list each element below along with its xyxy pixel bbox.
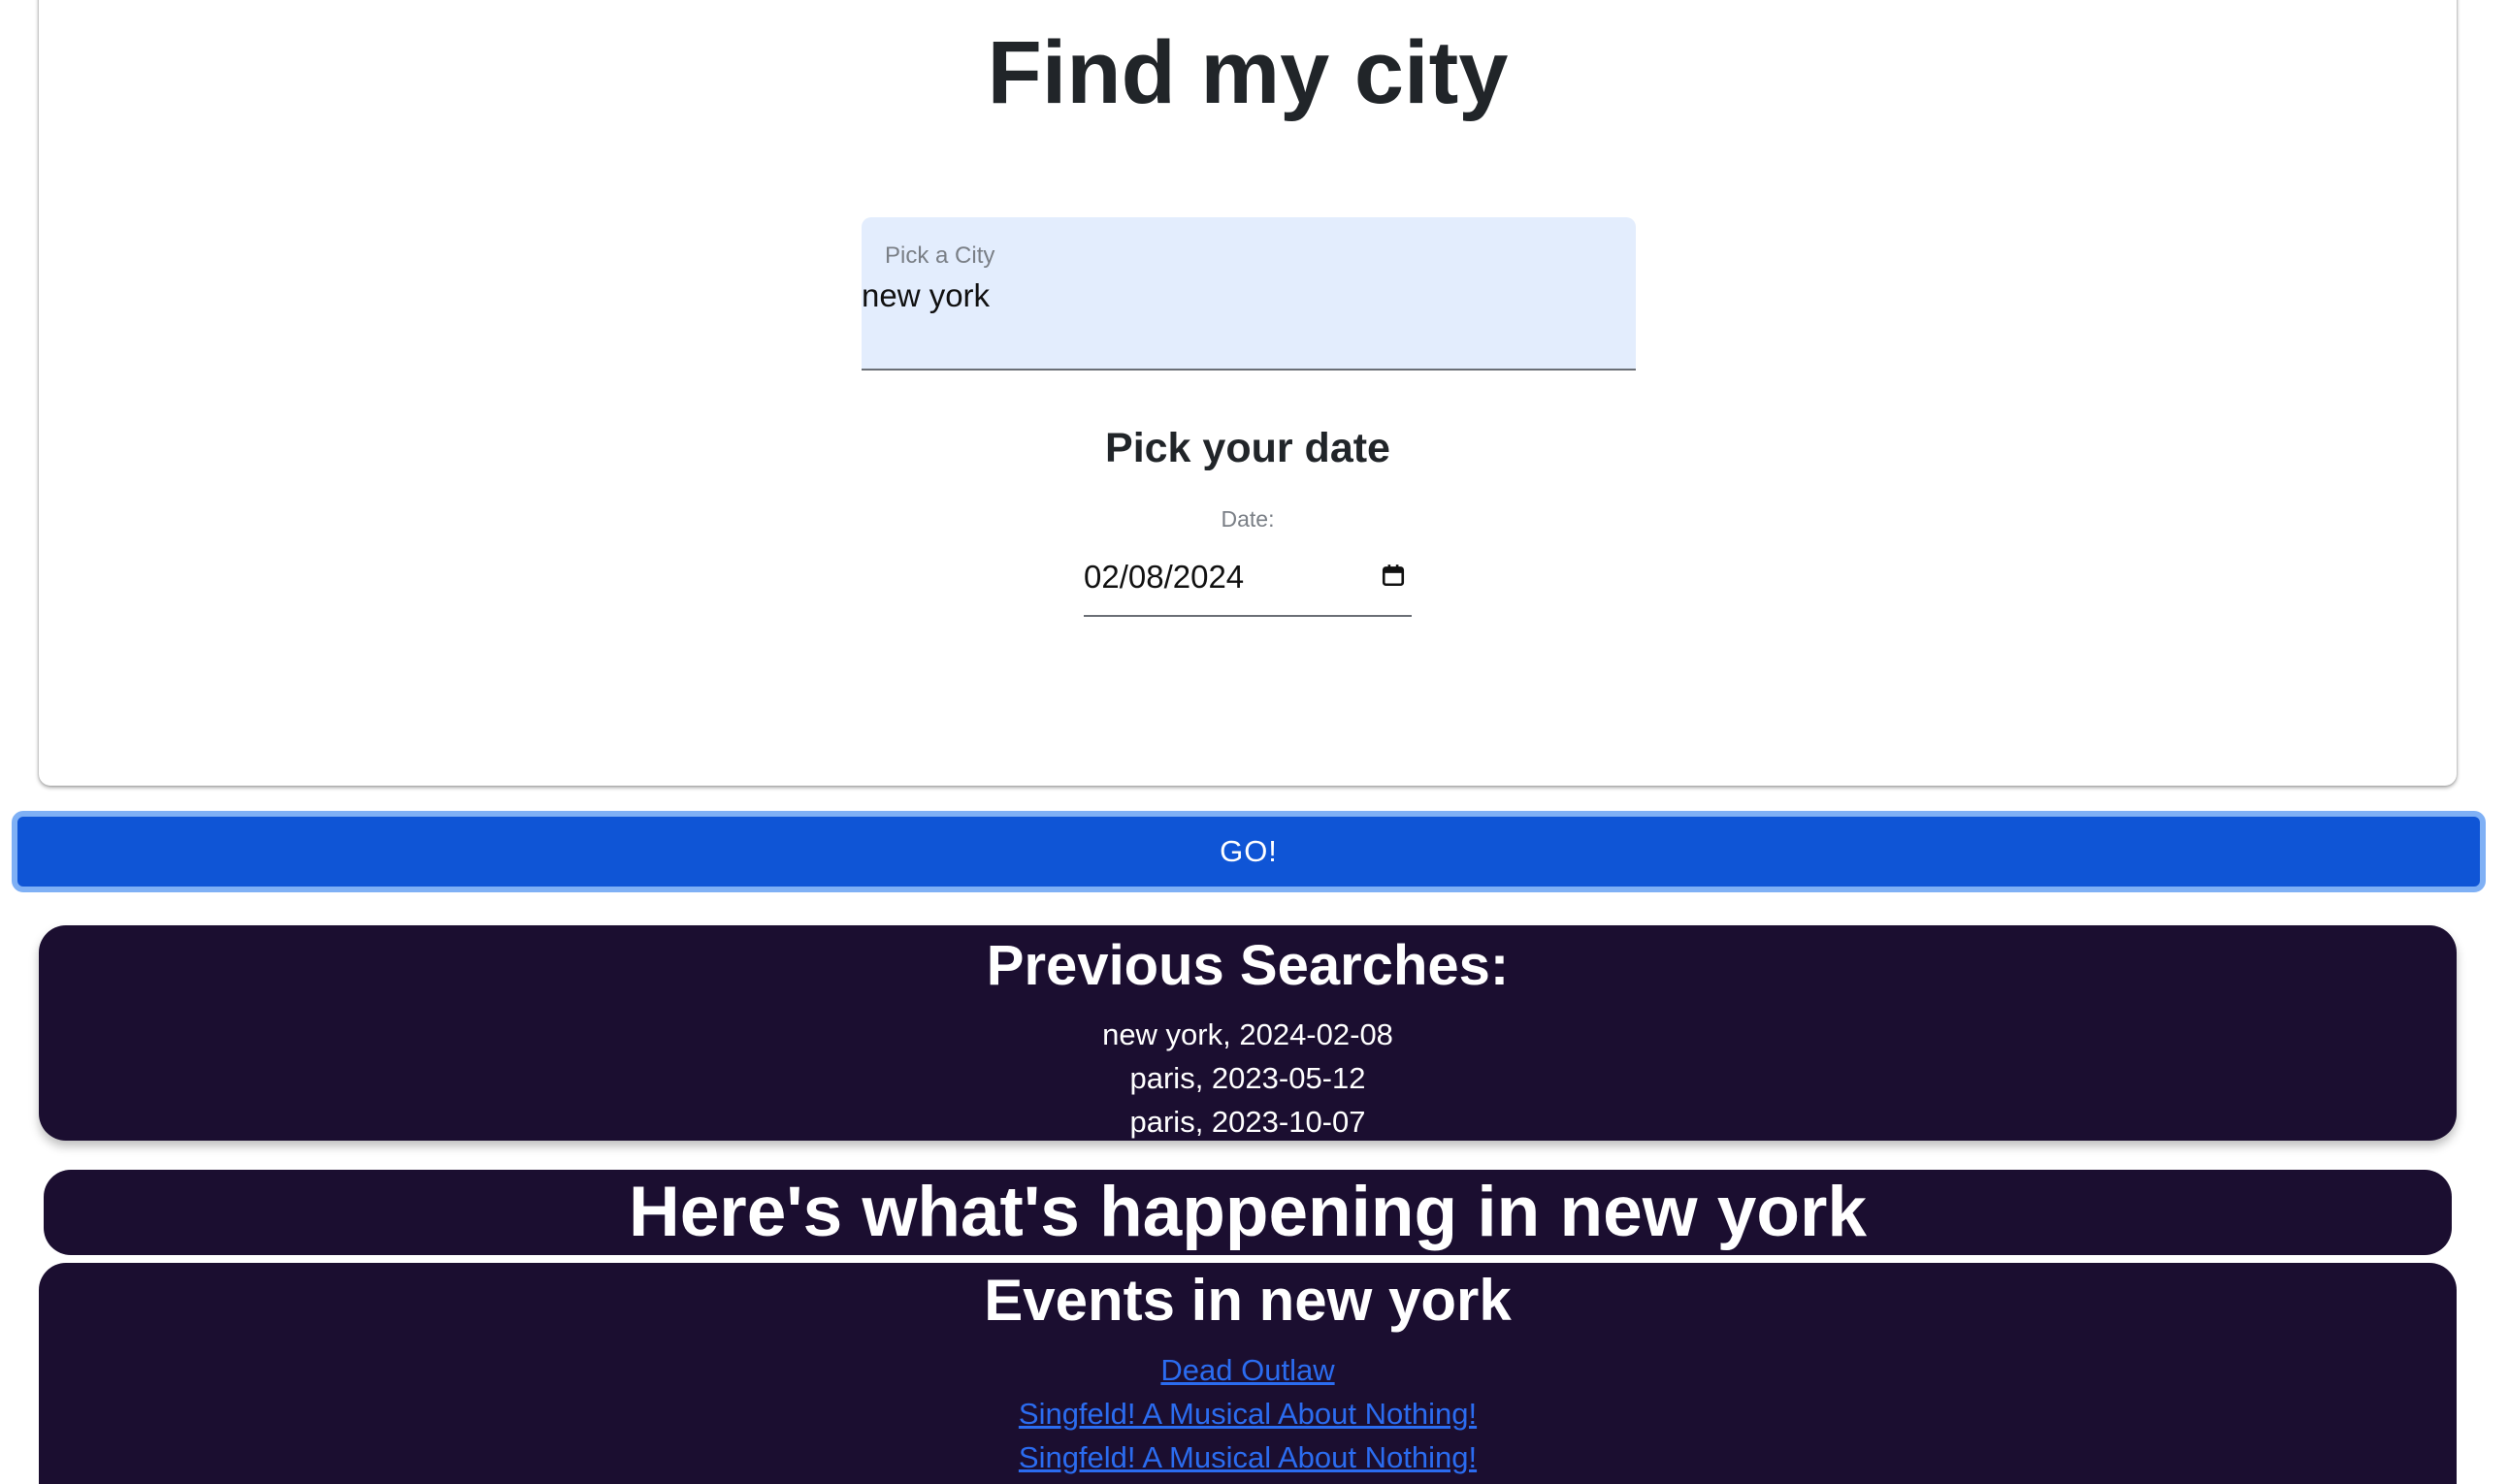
events-list: Dead Outlaw Singfeld! A Musical About No… [39,1348,2457,1479]
event-link[interactable]: Singfeld! A Musical About Nothing! [1019,1440,1477,1474]
date-label: Date: [1221,506,1275,532]
event-link[interactable]: Singfeld! A Musical About Nothing! [1019,1397,1477,1431]
previous-search-item[interactable]: paris, 2023-10-07 [39,1100,2457,1144]
previous-search-item[interactable]: paris, 2023-05-12 [39,1056,2457,1100]
happening-title: Here's what's happening in new york [628,1173,1867,1251]
events-title: Events in new york [984,1268,1512,1333]
previous-searches-list: new york, 2024-02-08 paris, 2023-05-12 p… [39,1013,2457,1144]
page: Find my city Pick a City Pick your date … [0,0,2509,1484]
date-heading: Pick your date [1105,425,1390,471]
previous-searches-card: Previous Searches: new york, 2024-02-08 … [39,925,2457,1141]
city-field[interactable]: Pick a City [862,217,1636,371]
events-card: Events in new york Dead Outlaw Singfeld!… [39,1263,2457,1484]
list-item: Dead Outlaw [39,1348,2457,1392]
previous-search-item[interactable]: new york, 2024-02-08 [39,1013,2457,1056]
happening-banner: Here's what's happening in new york [44,1170,2452,1255]
city-field-label: Pick a City [885,242,995,269]
previous-searches-title: Previous Searches: [986,934,1510,997]
page-title: Find my city [987,23,1509,122]
date-input[interactable]: 02/08/2024 [1084,553,1412,617]
event-link[interactable]: Dead Outlaw [1160,1353,1334,1387]
date-value[interactable]: 02/08/2024 [1084,559,1244,596]
list-item: Singfeld! A Musical About Nothing! [39,1392,2457,1436]
list-item: Singfeld! A Musical About Nothing! [39,1436,2457,1479]
calendar-icon[interactable] [1381,563,1406,588]
go-button[interactable]: GO! [12,811,2486,892]
city-input[interactable] [862,277,1618,314]
search-form-card: Find my city Pick a City Pick your date … [39,0,2457,786]
